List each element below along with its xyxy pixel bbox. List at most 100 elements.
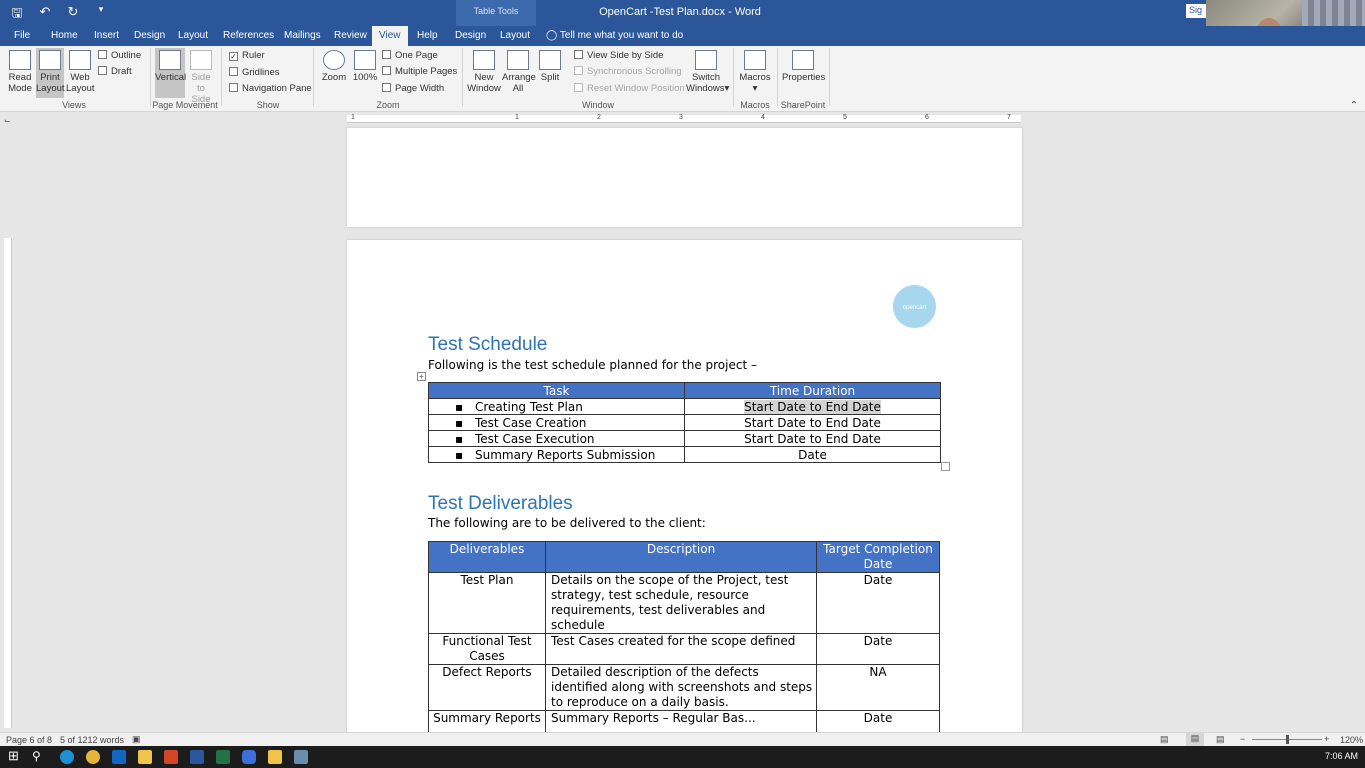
clock[interactable]: 7:06 AM [1325,751,1358,761]
deliverables-intro-text[interactable]: The following are to be delivered to the… [428,516,706,530]
zoom-app-icon[interactable] [242,750,256,764]
tab-selector-icon[interactable]: ⌙ [4,116,11,125]
proofing-icon[interactable]: ▣ [132,734,141,745]
tab-review[interactable]: Review [334,26,367,46]
table-cell[interactable]: Start Date to End Date [684,398,941,415]
table-move-handle-icon[interactable]: + [417,372,426,381]
excel-icon[interactable] [216,750,230,764]
edge-icon[interactable] [60,750,74,764]
outline-button[interactable]: Outline [98,50,141,61]
draft-button[interactable]: Draft [98,66,132,77]
tab-references[interactable]: References [223,26,274,46]
table-cell[interactable]: Start Date to End Date [684,430,941,447]
tab-home[interactable]: Home [51,26,78,46]
file-explorer-icon[interactable] [138,750,152,764]
table-cell[interactable]: Start Date to End Date [684,414,941,431]
web-layout-button[interactable]: Web Layout [66,50,95,94]
tab-table-design[interactable]: Design [455,26,486,46]
column-header[interactable]: Deliverables [428,541,546,573]
table-cell[interactable]: Detailed description of the defects iden… [545,664,817,711]
tab-help[interactable]: Help [417,26,438,46]
undo-icon[interactable]: ↶ [36,4,54,26]
properties-button[interactable]: Properties [782,50,825,83]
reset-window-button[interactable]: Reset Window Position [574,83,685,94]
table-cell[interactable]: ▪ Summary Reports Submission [428,446,685,463]
table-cell[interactable]: Functional Test Cases [428,633,546,665]
view-side-by-side-button[interactable]: View Side by Side [574,50,663,61]
table-resize-handle-icon[interactable] [941,462,950,471]
search-icon[interactable]: ⚲ [32,749,46,763]
tab-design[interactable]: Design [134,26,165,46]
table-cell[interactable]: Date [816,572,940,634]
zoom-in-icon[interactable]: + [1324,734,1329,744]
new-window-button[interactable]: New Window [467,50,501,94]
zoom-level[interactable]: 120% [1340,735,1363,745]
split-button[interactable]: Split [537,50,563,83]
outlook-icon[interactable] [112,750,126,764]
windows-start-icon[interactable]: ⊞ [8,748,22,763]
zoom-100-button[interactable]: 100% [352,50,378,83]
print-layout-view-icon[interactable]: ▤ [1186,733,1204,746]
side-to-side-button[interactable]: Side to Side [187,50,215,105]
table-cell[interactable]: Test Plan [428,572,546,634]
collapse-ribbon-icon[interactable]: ⌃ [1350,100,1358,111]
read-mode-view-icon[interactable]: ▤ [1160,734,1169,745]
zoom-slider-thumb[interactable] [1286,735,1289,744]
read-mode-button[interactable]: Read Mode [6,50,34,94]
column-header[interactable]: Time Duration [684,382,941,399]
tell-me-box[interactable]: ◯ Tell me what you want to do [546,30,683,41]
table-cell[interactable]: Details on the scope of the Project, tes… [545,572,817,634]
word-icon[interactable] [190,750,204,764]
web-layout-view-icon[interactable]: ▤ [1216,734,1225,745]
chrome-icon[interactable] [86,750,100,764]
tab-mailings[interactable]: Mailings [284,26,321,46]
heading-test-schedule[interactable]: Test Schedule [428,334,547,356]
deliverables-table[interactable]: Deliverables Description Target Completi… [428,541,940,735]
column-header[interactable]: Target Completion Date [816,541,940,573]
redo-icon[interactable]: ↻ [64,4,82,26]
column-header[interactable]: Description [545,541,817,573]
zoom-button[interactable]: Zoom [320,50,348,83]
table-cell[interactable]: Date [816,633,940,665]
table-cell[interactable]: Date [684,446,941,463]
tab-insert[interactable]: Insert [94,26,119,46]
vertical-ruler[interactable] [4,238,12,728]
switch-windows-button[interactable]: Switch Windows▾ [686,50,729,94]
print-layout-button[interactable]: Print Layout [36,48,65,98]
multiple-pages-button[interactable]: Multiple Pages [382,66,457,77]
table-cell[interactable]: NA [816,664,940,711]
table-cell[interactable]: ▪ Test Case Creation [428,414,685,431]
navigation-pane-checkbox[interactable]: Navigation Pane [229,83,312,94]
selected-text[interactable]: Start Date to End Date [744,399,881,414]
document-page-previous[interactable] [347,128,1022,227]
tab-layout[interactable]: Layout [178,26,208,46]
macros-button[interactable]: Macros ▾ [739,50,771,94]
heading-test-deliverables[interactable]: Test Deliverables [428,493,573,515]
zoom-out-icon[interactable]: − [1240,734,1245,744]
page-width-button[interactable]: Page Width [382,83,444,94]
notepad-icon[interactable] [294,750,308,764]
horizontal-ruler[interactable]: 1 1 2 3 4 5 6 7 [347,114,1021,123]
tab-file[interactable]: File [14,26,30,46]
save-icon[interactable]: 🖫 [8,4,26,26]
powerpoint-icon[interactable] [164,750,178,764]
table-cell[interactable]: Test Cases created for the scope defined [545,633,817,665]
tab-table-layout[interactable]: Layout [500,26,530,46]
column-header[interactable]: Task [428,382,685,399]
schedule-table[interactable]: Task Time Duration ▪ Creating Test Plan S… [428,382,941,463]
table-cell[interactable]: ▪ Test Case Execution [428,430,685,447]
arrange-all-button[interactable]: Arrange All [502,50,536,94]
tab-view[interactable]: View [372,26,408,46]
sync-scrolling-button[interactable]: Synchronous Scrolling [574,66,682,77]
one-page-button[interactable]: One Page [382,50,438,61]
table-cell[interactable]: Defect Reports [428,664,546,711]
gridlines-checkbox[interactable]: Gridlines [229,67,280,78]
page-count[interactable]: Page 6 of 8 [6,735,52,745]
sticky-notes-icon[interactable] [268,750,282,764]
customize-icon[interactable]: ▾ [92,4,110,26]
table-cell[interactable]: ▪ Creating Test Plan [428,398,685,415]
schedule-intro-text[interactable]: Following is the test schedule planned f… [428,358,757,372]
ruler-checkbox[interactable]: ✓ Ruler [229,50,265,61]
document-page[interactable]: opencart Test Schedule Following is the … [347,240,1022,735]
vertical-button[interactable]: Vertical [155,48,186,98]
